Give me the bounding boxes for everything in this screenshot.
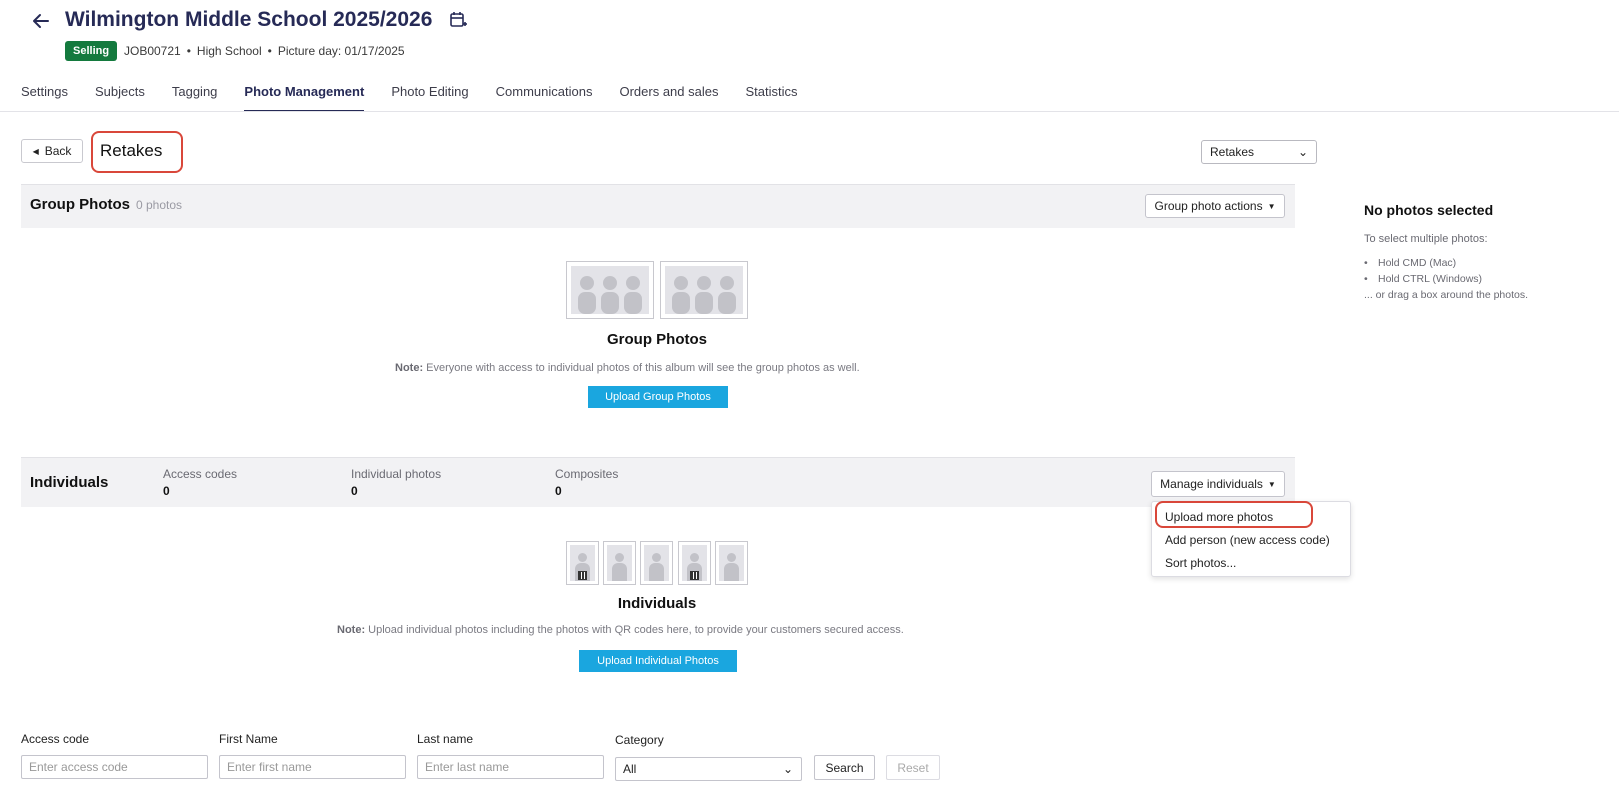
- stat-value: 0: [351, 484, 358, 498]
- status-badge: Selling: [65, 41, 118, 61]
- individual-placeholder-image: [566, 541, 599, 585]
- category-label: Category: [615, 733, 664, 747]
- separator-dot: •: [267, 44, 272, 58]
- stat-label: Access codes: [163, 467, 238, 481]
- individuals-note: Note: Upload individual photos including…: [337, 624, 904, 636]
- stat-value: 0: [163, 484, 170, 498]
- access-code-label: Access code: [21, 732, 90, 746]
- calendar-icon[interactable]: [449, 11, 467, 29]
- back-arrow-icon[interactable]: [30, 10, 52, 32]
- menu-item-sort-photos[interactable]: Sort photos...: [1165, 556, 1236, 570]
- selection-tip-drag: ... or drag a box around the photos.: [1364, 289, 1529, 301]
- album-title: Retakes: [100, 141, 163, 160]
- group-photos-empty-heading: Group Photos: [607, 331, 707, 348]
- individual-placeholder-image: [640, 541, 673, 585]
- caret-down-icon: ▼: [1267, 201, 1276, 211]
- selection-tip: Hold CMD (Mac): [1364, 256, 1482, 272]
- caret-left-icon: ◀: [32, 146, 39, 156]
- individuals-header: [21, 457, 1295, 507]
- tab-photo-editing[interactable]: Photo Editing: [391, 80, 468, 112]
- note-text: Upload individual photos including the p…: [365, 624, 904, 636]
- chevron-down-icon: ⌄: [1297, 145, 1308, 159]
- page-title: Wilmington Middle School 2025/2026: [65, 8, 433, 31]
- note-prefix: Note:: [395, 362, 424, 374]
- individual-placeholder-image: [603, 541, 636, 585]
- last-name-label: Last name: [417, 732, 474, 746]
- last-name-input[interactable]: Enter last name: [417, 755, 604, 779]
- search-button[interactable]: Search: [814, 755, 875, 780]
- first-name-input[interactable]: Enter first name: [219, 755, 406, 779]
- person-silhouette-icon: [690, 553, 699, 562]
- person-silhouette-icon: [578, 553, 587, 562]
- group-silhouette-icon: [571, 266, 649, 314]
- group-photo-actions-label: Group photo actions: [1154, 199, 1263, 213]
- job-id: JOB00721: [124, 44, 181, 58]
- tab-communications[interactable]: Communications: [496, 80, 593, 112]
- back-button[interactable]: ◀ Back: [21, 139, 83, 163]
- note-prefix: Note:: [337, 624, 366, 636]
- group-photos-note: Note: Everyone with access to individual…: [395, 362, 860, 374]
- separator-dot: •: [186, 44, 191, 58]
- tab-statistics[interactable]: Statistics: [745, 80, 797, 112]
- tab-settings[interactable]: Settings: [21, 80, 68, 112]
- individual-placeholder-image: [678, 541, 711, 585]
- selection-panel-title: No photos selected: [1364, 202, 1494, 218]
- individuals-empty-heading: Individuals: [617, 595, 697, 612]
- group-placeholder-image: [566, 261, 654, 319]
- individuals-title: Individuals: [30, 474, 109, 491]
- menu-item-add-person[interactable]: Add person (new access code): [1165, 533, 1330, 547]
- individual-placeholder-image: [715, 541, 748, 585]
- qr-code-icon: [578, 571, 587, 580]
- tab-tagging[interactable]: Tagging: [172, 80, 218, 112]
- picture-day: Picture day: 01/17/2025: [277, 44, 405, 58]
- stat-value: 0: [555, 484, 562, 498]
- school-type: High School: [196, 44, 262, 58]
- group-photos-title: Group Photos: [30, 196, 130, 213]
- access-code-input[interactable]: Enter access code: [21, 755, 208, 779]
- category-select[interactable]: All ⌄: [615, 757, 802, 781]
- upload-more-photos-highlight: [1155, 501, 1313, 528]
- person-silhouette-icon: [652, 553, 661, 562]
- selection-tips: Hold CMD (Mac) Hold CTRL (Windows): [1364, 256, 1482, 287]
- tab-orders-and-sales[interactable]: Orders and sales: [619, 80, 718, 112]
- group-silhouette-icon: [665, 266, 743, 314]
- category-select-value: All: [623, 762, 637, 776]
- stat-label: Individual photos: [351, 467, 442, 481]
- tab-bar: Settings Subjects Tagging Photo Manageme…: [21, 80, 825, 112]
- selection-tip: Hold CTRL (Windows): [1364, 272, 1482, 288]
- qr-code-icon: [690, 571, 699, 580]
- tab-subjects[interactable]: Subjects: [95, 80, 145, 112]
- group-placeholder-image: [660, 261, 748, 319]
- person-silhouette-icon: [727, 553, 736, 562]
- job-meta: JOB00721 • High School • Picture day: 01/17/…: [124, 44, 405, 58]
- note-text: Everyone with access to individual photo…: [423, 362, 860, 374]
- tabs-divider: [0, 111, 1619, 112]
- manage-individuals-button[interactable]: Manage individuals ▼: [1151, 471, 1285, 497]
- album-select[interactable]: Retakes ⌄: [1201, 140, 1317, 164]
- group-photos-count: 0 photos: [136, 198, 183, 212]
- reset-button[interactable]: Reset: [886, 755, 940, 780]
- back-button-label: Back: [44, 144, 72, 158]
- person-silhouette-icon: [615, 553, 624, 562]
- group-photos-header: [21, 184, 1295, 228]
- tab-photo-management[interactable]: Photo Management: [244, 80, 364, 112]
- group-photo-actions-button[interactable]: Group photo actions ▼: [1145, 194, 1285, 218]
- chevron-down-icon: ⌄: [782, 762, 793, 776]
- stat-label: Composites: [555, 467, 619, 481]
- caret-down-icon: ▼: [1267, 479, 1276, 489]
- album-select-value: Retakes: [1210, 145, 1255, 159]
- upload-group-photos-button[interactable]: Upload Group Photos: [588, 386, 728, 408]
- upload-individual-photos-button[interactable]: Upload Individual Photos: [579, 650, 737, 672]
- selection-panel-subtitle: To select multiple photos:: [1364, 233, 1488, 245]
- manage-individuals-label: Manage individuals: [1160, 477, 1263, 491]
- first-name-label: First Name: [219, 732, 278, 746]
